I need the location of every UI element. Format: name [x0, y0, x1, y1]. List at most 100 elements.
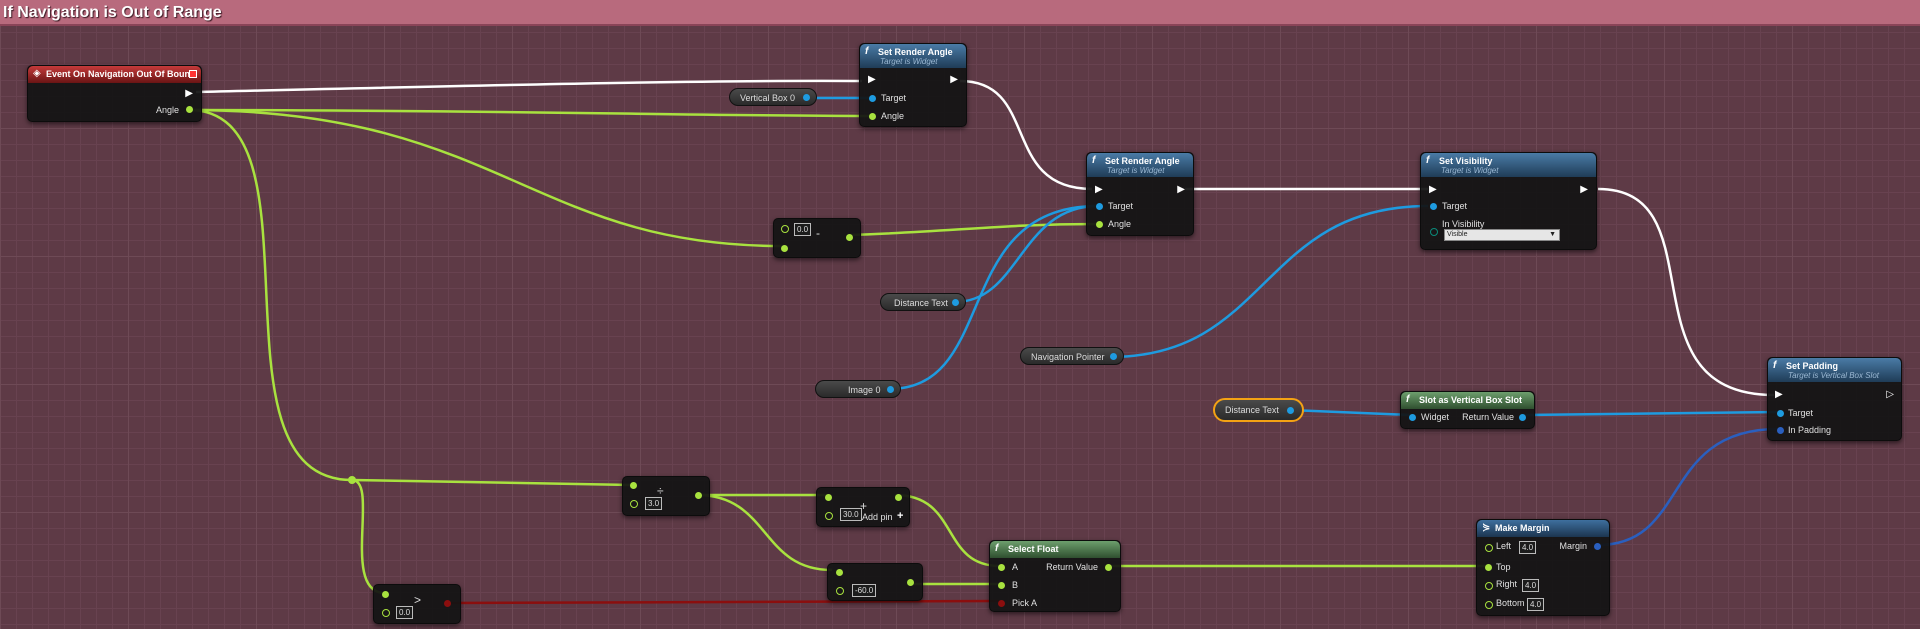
value-input[interactable]: 3.0 — [645, 497, 663, 510]
distance-text-variable-selected[interactable]: Distance Text — [1213, 398, 1304, 422]
float-pin[interactable] — [998, 564, 1005, 571]
object-pin[interactable] — [803, 94, 810, 101]
float-pin[interactable] — [895, 494, 902, 501]
bool-pin[interactable] — [998, 600, 1005, 607]
float-wire — [188, 108, 783, 248]
float-pin[interactable] — [1485, 544, 1493, 552]
object-pin[interactable] — [1519, 414, 1526, 421]
set-render-angle-node[interactable]: f Set Render Angle Target is Widget ▶ ▶ … — [1086, 152, 1194, 236]
set-render-angle-node[interactable]: f Set Render Angle Target is Widget ▶ ▶ … — [859, 43, 967, 127]
value-input[interactable]: 30.0 — [840, 508, 862, 521]
image-variable[interactable]: Image 0 — [815, 380, 901, 398]
distance-text-variable[interactable]: Distance Text — [880, 293, 966, 311]
float-pin[interactable] — [695, 492, 702, 499]
float-pin[interactable] — [1485, 564, 1492, 571]
add-pin-icon[interactable]: + — [897, 510, 903, 522]
subtract-node[interactable]: 0.0 - — [773, 218, 861, 258]
object-pin[interactable] — [1430, 203, 1437, 210]
exec-wire — [1597, 187, 1775, 397]
exec-wire — [959, 79, 1093, 191]
bool-pin[interactable] — [444, 600, 451, 607]
object-pin[interactable] — [1287, 407, 1294, 414]
compare-node[interactable]: 0.0 > — [373, 584, 461, 624]
constant-node[interactable]: -60.0 — [827, 563, 923, 601]
float-pin[interactable] — [1105, 564, 1112, 571]
node-title: Event On Navigation Out Of Bound — [46, 69, 196, 79]
object-pin[interactable] — [869, 95, 876, 102]
visibility-dropdown[interactable]: Visible ▼ — [1444, 229, 1560, 241]
exec-out-pin[interactable]: ▶ — [1580, 184, 1588, 195]
exec-out-pin[interactable]: ▶ — [950, 74, 958, 85]
float-pin[interactable] — [630, 500, 638, 508]
node-title: Set Render Angle — [878, 47, 953, 57]
float-pin[interactable] — [781, 225, 789, 233]
float-pin[interactable] — [630, 482, 637, 489]
object-pin[interactable] — [1777, 410, 1784, 417]
node-subtitle: Target is Vertical Box Slot — [1788, 371, 1880, 380]
exec-out-pin[interactable]: ▶ — [185, 88, 193, 99]
float-pin[interactable] — [1485, 601, 1493, 609]
float-pin[interactable] — [781, 245, 788, 252]
object-wire — [954, 204, 1099, 304]
left-value-input[interactable]: 4.0 — [1519, 541, 1537, 554]
right-value-input[interactable]: 4.0 — [1522, 579, 1540, 592]
value-input[interactable]: 0.0 — [794, 223, 812, 236]
node-subtitle: Target is Widget — [1107, 166, 1165, 175]
float-wire — [351, 478, 633, 487]
float-pin[interactable] — [382, 591, 389, 598]
value-input[interactable]: 0.0 — [396, 606, 414, 619]
object-pin[interactable] — [1110, 353, 1117, 360]
visibility-value: Visible — [1447, 231, 1468, 238]
float-pin[interactable] — [998, 582, 1005, 589]
exec-in-pin[interactable]: ▶ — [868, 74, 876, 85]
event-node[interactable]: ◈ Event On Navigation Out Of Bound ▶ Ang… — [27, 65, 202, 122]
struct-pin[interactable] — [1594, 543, 1601, 550]
node-title: Select Float — [1008, 544, 1059, 554]
add-node[interactable]: + 30.0 Add pin + — [816, 487, 910, 527]
navigation-pointer-variable[interactable]: Navigation Pointer — [1020, 347, 1124, 365]
struct-pin[interactable] — [1777, 427, 1784, 434]
vertical-box-variable[interactable]: Vertical Box 0 — [729, 88, 817, 106]
float-pin[interactable] — [1485, 582, 1493, 590]
set-padding-node[interactable]: f Set Padding Target is Vertical Box Slo… — [1767, 357, 1902, 441]
float-pin[interactable] — [836, 569, 843, 576]
float-pin[interactable] — [846, 234, 853, 241]
exec-out-pin[interactable]: ▷ — [1886, 389, 1894, 400]
object-pin[interactable] — [1409, 414, 1416, 421]
exec-out-pin[interactable]: ▶ — [1177, 184, 1185, 195]
make-margin-node[interactable]: ⋟ Make Margin Left 4.0 Top Right 4.0 Bot… — [1476, 519, 1610, 616]
angle-pin-label: Angle — [1108, 219, 1132, 229]
node-title: Set Padding — [1786, 361, 1839, 371]
float-pin[interactable] — [186, 106, 193, 113]
exec-in-pin[interactable]: ▶ — [1775, 389, 1783, 400]
divide-node[interactable]: 3.0 ÷ — [622, 476, 710, 516]
float-pin[interactable] — [825, 512, 833, 520]
float-pin[interactable] — [1096, 221, 1103, 228]
object-pin[interactable] — [1096, 203, 1103, 210]
object-pin[interactable] — [952, 299, 959, 306]
node-title: Set Visibility — [1439, 156, 1493, 166]
return-value-pin-label: Return Value — [1046, 562, 1098, 572]
margin-pin-label: Margin — [1559, 541, 1587, 551]
object-pin[interactable] — [887, 386, 894, 393]
exec-in-pin[interactable]: ▶ — [1095, 184, 1103, 195]
float-pin[interactable] — [869, 113, 876, 120]
float-pin[interactable] — [907, 579, 914, 586]
float-pin[interactable] — [825, 494, 832, 501]
select-float-node[interactable]: f Select Float A B Pick A Return Value — [989, 540, 1121, 612]
float-pin[interactable] — [382, 609, 390, 617]
function-icon: f — [865, 46, 869, 57]
comment-box-title[interactable]: If Navigation is Out of Range — [0, 0, 1920, 26]
close-icon[interactable] — [189, 70, 197, 78]
float-pin[interactable] — [836, 587, 844, 595]
float-wire — [351, 478, 386, 595]
angle-pin-label: Angle — [155, 105, 179, 115]
slot-as-vertical-box-slot-node[interactable]: f Slot as Vertical Box Slot Widget Retur… — [1400, 391, 1535, 429]
exec-in-pin[interactable]: ▶ — [1429, 184, 1437, 195]
set-visibility-node[interactable]: f Set Visibility Target is Widget ▶ ▶ Ta… — [1420, 152, 1597, 250]
value-input[interactable]: -60.0 — [852, 584, 877, 597]
enum-pin[interactable] — [1430, 228, 1438, 236]
bottom-pin-label: Bottom — [1496, 598, 1525, 608]
add-pin-label[interactable]: Add pin — [862, 512, 893, 522]
bottom-value-input[interactable]: 4.0 — [1527, 598, 1545, 611]
